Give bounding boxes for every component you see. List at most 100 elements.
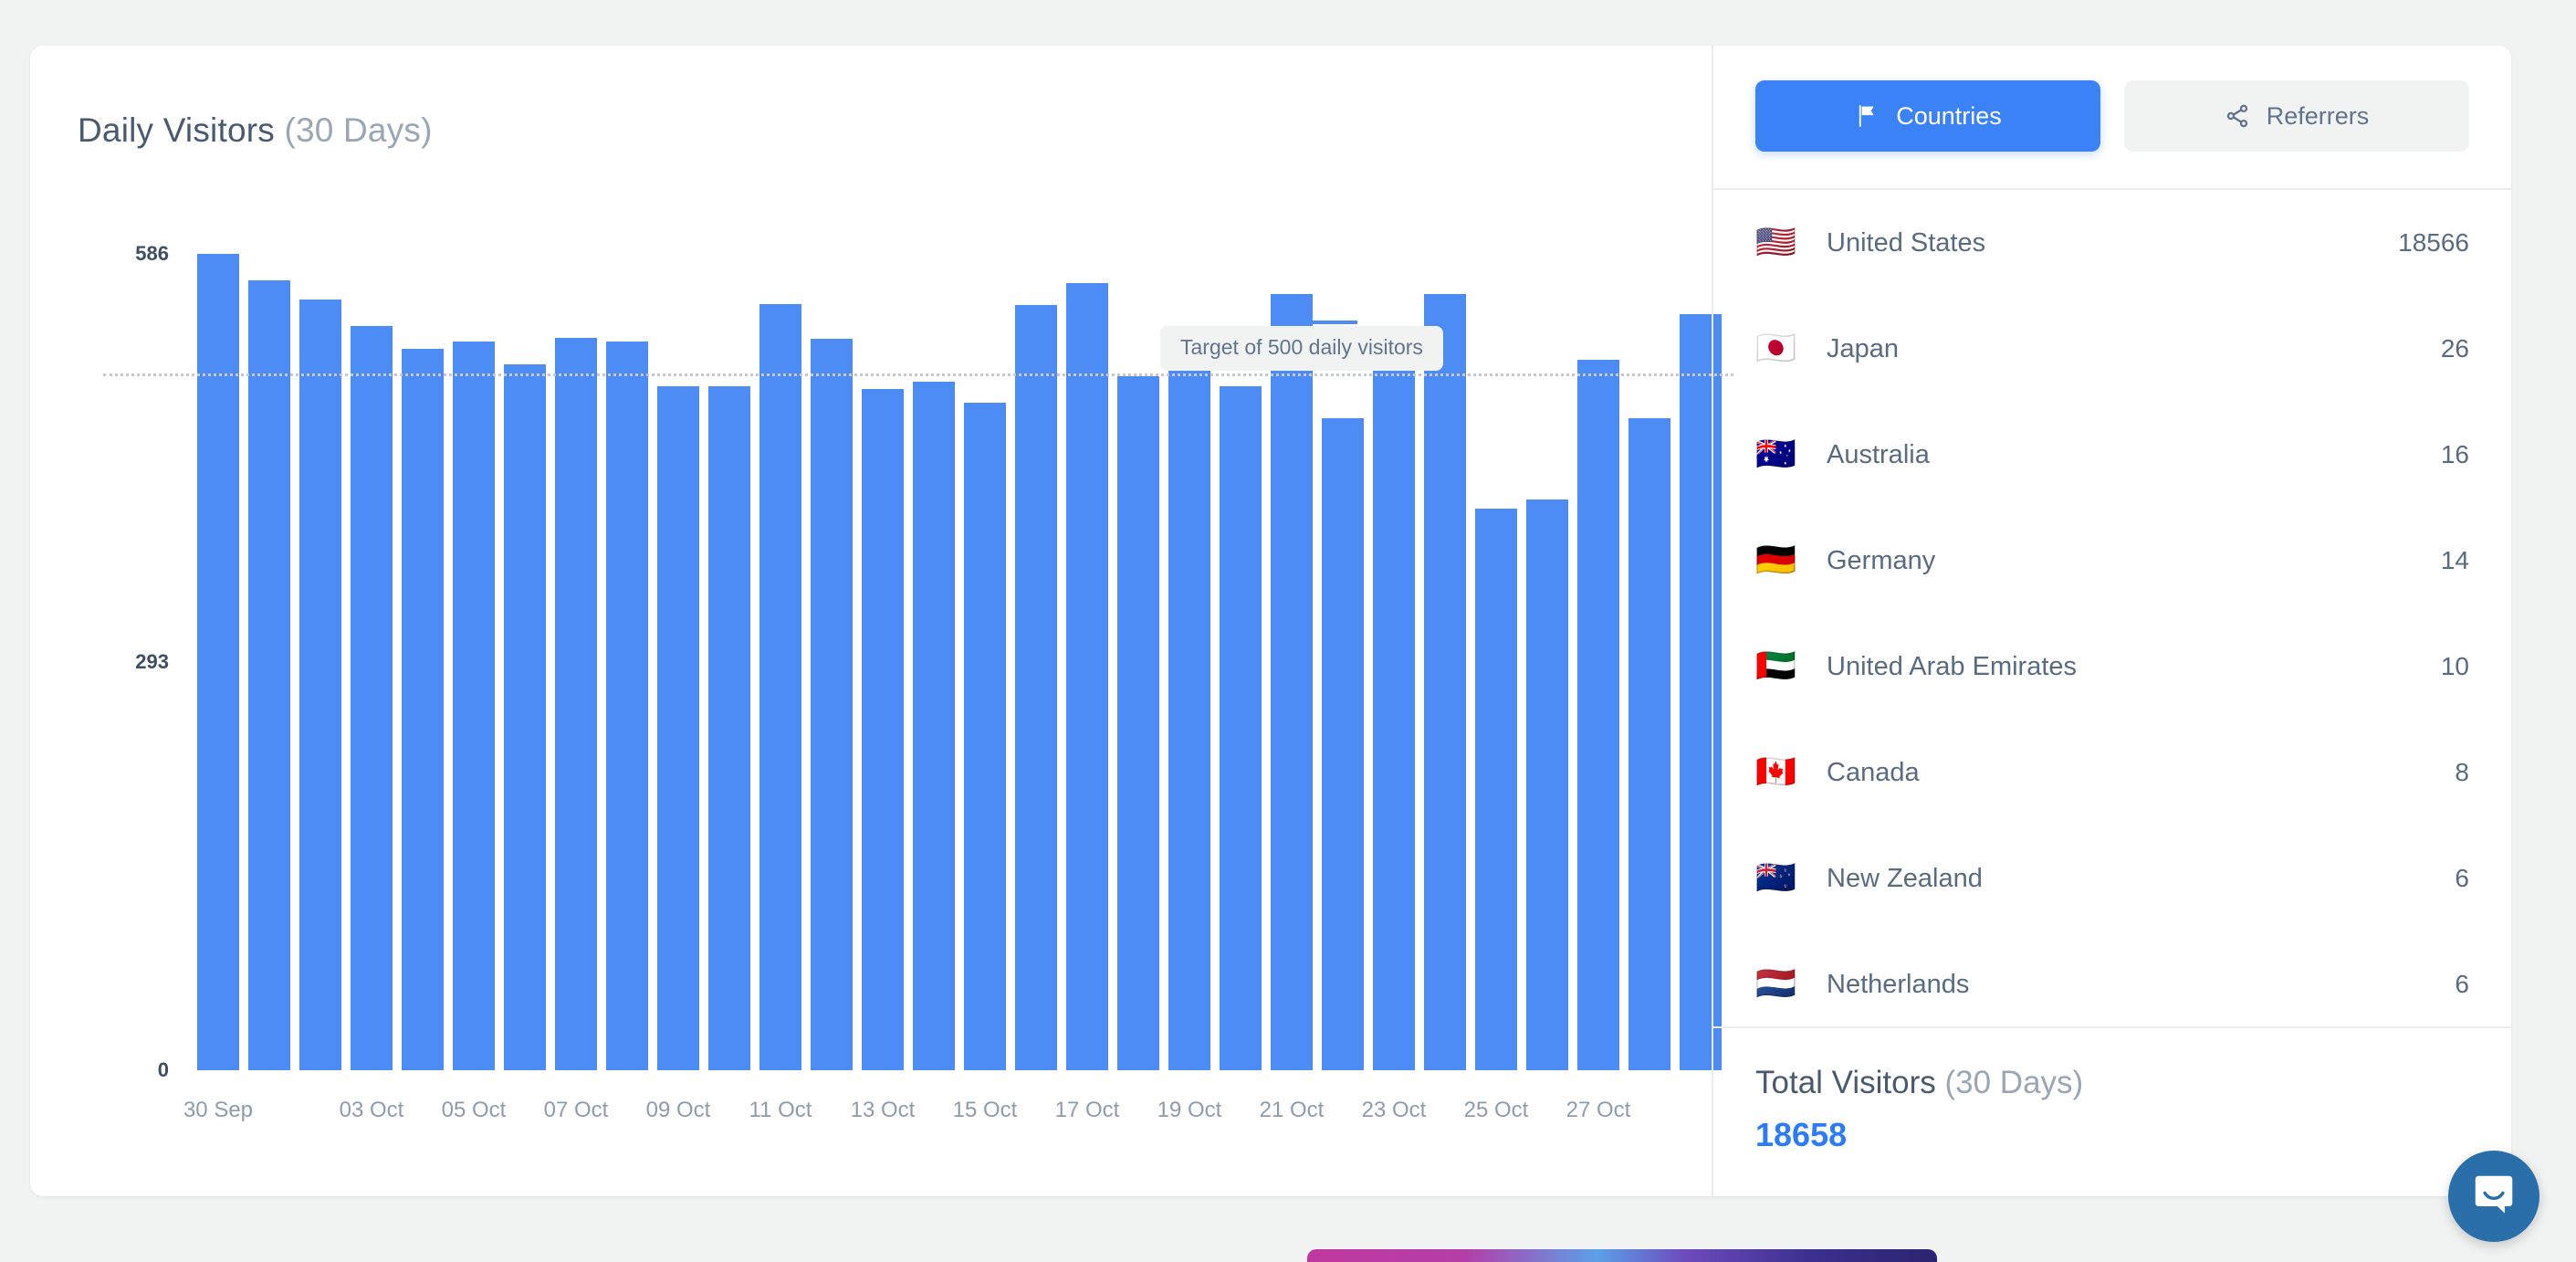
- total-visitors-period: (30 Days): [1944, 1064, 2084, 1100]
- x-axis-tick-label: 23 Oct: [1361, 1098, 1427, 1122]
- y-axis-tick-label: 586: [135, 242, 169, 265]
- country-list[interactable]: 🇺🇸 United States 18566 🇯🇵 Japan 26 🇦🇺 Australia…: [1713, 190, 2511, 1026]
- country-row[interactable]: 🇯🇵 Japan 26: [1755, 296, 2469, 402]
- intercom-chat-icon: [2469, 1170, 2518, 1224]
- x-axis-tick-label: 25 Oct: [1463, 1098, 1529, 1122]
- country-visitor-count: 14: [2440, 546, 2469, 574]
- country-row[interactable]: 🇦🇪 United Arab Emirates 10: [1755, 614, 2469, 720]
- country-visitor-count: 10: [2440, 652, 2469, 680]
- tab-countries[interactable]: Countries: [1755, 80, 2100, 152]
- tab-referrers-label: Referrers: [2266, 101, 2370, 130]
- country-visitor-count: 6: [2455, 864, 2469, 892]
- chart-bar[interactable]: [1168, 348, 1210, 1070]
- chart-bar[interactable]: [402, 348, 444, 1070]
- country-row[interactable]: 🇩🇪 Germany 14: [1755, 508, 2469, 614]
- x-axis-tick-label: 19 Oct: [1157, 1098, 1222, 1122]
- chart-bar[interactable]: [453, 342, 495, 1070]
- analytics-card: Daily Visitors (30 Days) 586 293 0 Target …: [30, 46, 2511, 1196]
- x-axis-tick-label: 09 Oct: [645, 1098, 711, 1122]
- country-row[interactable]: 🇳🇿 New Zealand 6: [1755, 826, 2469, 931]
- x-axis-tick-label: 27 Oct: [1565, 1098, 1631, 1122]
- target-annotation: Target of 500 daily visitors: [1160, 326, 1443, 372]
- country-flag-icon: 🇦🇪: [1755, 647, 1796, 685]
- country-row[interactable]: 🇺🇸 United States 18566: [1755, 190, 2469, 296]
- country-visitor-count: 8: [2455, 758, 2469, 786]
- chart-bar[interactable]: [1271, 294, 1313, 1070]
- chart-bar[interactable]: [964, 403, 1006, 1070]
- chart-bar[interactable]: [1424, 294, 1466, 1070]
- tab-referrers[interactable]: Referrers: [2124, 80, 2469, 152]
- country-row[interactable]: 🇳🇱 Netherlands 6: [1755, 931, 2469, 1026]
- country-flag-icon: 🇨🇦: [1755, 753, 1796, 791]
- x-axis-tick-label: 15 Oct: [952, 1098, 1018, 1122]
- share-icon: [2225, 103, 2250, 129]
- country-name: Japan: [1827, 333, 1900, 363]
- country-visitor-count: 26: [2440, 334, 2469, 363]
- chart-bar[interactable]: [1373, 363, 1415, 1070]
- flag-icon: [1854, 103, 1880, 129]
- chart-bar[interactable]: [1526, 499, 1568, 1070]
- chart-bar[interactable]: [1117, 376, 1159, 1070]
- total-visitors-title-main: Total Visitors: [1755, 1064, 1936, 1100]
- x-axis-tick-label: 07 Oct: [543, 1098, 609, 1122]
- bottom-gradient-banner: [1307, 1249, 1937, 1262]
- chart-bar[interactable]: [1628, 418, 1670, 1070]
- country-flag-icon: 🇺🇸: [1755, 224, 1796, 261]
- x-axis-tick-label: 30 Sep: [183, 1098, 254, 1122]
- x-axis-tick-label: 03 Oct: [339, 1098, 404, 1122]
- country-visitor-count: 6: [2455, 970, 2469, 998]
- y-axis-tick-label: 0: [157, 1058, 169, 1081]
- chart-title-period: (30 Days): [284, 111, 433, 149]
- country-name: Germany: [1827, 545, 1936, 575]
- chart-bar[interactable]: [1015, 305, 1057, 1070]
- country-flag-icon: 🇯🇵: [1755, 330, 1796, 367]
- chart-bar[interactable]: [606, 342, 648, 1070]
- country-name: New Zealand: [1827, 863, 1983, 893]
- chart-bar[interactable]: [1322, 418, 1364, 1070]
- chart-bar[interactable]: [913, 382, 955, 1070]
- dashboard-page: Daily Visitors (30 Days) 586 293 0 Target …: [0, 0, 2576, 1262]
- chart-bar[interactable]: [657, 385, 699, 1070]
- chart-bar[interactable]: [248, 280, 290, 1070]
- country-name: Canada: [1827, 757, 1920, 787]
- y-axis-tick-label: 293: [135, 650, 169, 673]
- target-tick-marker: [1295, 321, 1357, 325]
- chart-bar[interactable]: [555, 337, 597, 1070]
- total-visitors-value: 18658: [1755, 1115, 1848, 1153]
- x-axis-tick-label: 05 Oct: [441, 1098, 507, 1122]
- bar-chart-plot: Target of 500 daily visitors: [103, 254, 1733, 1070]
- chart-bar[interactable]: [811, 339, 853, 1070]
- chart-bar[interactable]: [351, 326, 393, 1070]
- country-visitor-count: 16: [2440, 440, 2469, 468]
- chart-bar[interactable]: [504, 363, 546, 1070]
- country-name: Netherlands: [1827, 969, 1970, 999]
- x-axis-tick-label: 13 Oct: [850, 1098, 916, 1122]
- country-visitor-count: 18566: [2398, 228, 2469, 257]
- chart-bar[interactable]: [1220, 385, 1262, 1070]
- panel-tabs: Countries Referrers: [1713, 46, 2511, 190]
- x-axis-tick-label: 17 Oct: [1054, 1098, 1120, 1122]
- x-axis: 30 Sep 03 Oct 05 Oct 07 Oct 09 Oct 11 Oct 13 O…: [183, 1098, 1726, 1134]
- total-visitors-title: Total Visitors (30 Days): [1755, 1065, 2469, 1101]
- side-panel: Countries Referrers 🇺🇸 United States 185…: [1712, 46, 2511, 1196]
- x-axis-tick-label: 11 Oct: [749, 1098, 812, 1122]
- country-flag-icon: 🇦🇺: [1755, 436, 1796, 473]
- chart-panel: Daily Visitors (30 Days) 586 293 0 Target …: [30, 46, 1733, 1196]
- country-name: Australia: [1827, 439, 1930, 469]
- country-name: United Arab Emirates: [1827, 651, 2078, 681]
- target-line: [103, 373, 1733, 377]
- country-flag-icon: 🇳🇿: [1755, 859, 1796, 897]
- chart-bar[interactable]: [1475, 509, 1517, 1070]
- chart-bar[interactable]: [299, 300, 341, 1070]
- chart-bar[interactable]: [759, 303, 801, 1070]
- chart-bar[interactable]: [1577, 359, 1619, 1070]
- chart-bar[interactable]: [862, 388, 904, 1070]
- chart-bar[interactable]: [708, 385, 750, 1070]
- y-axis: 586 293 0: [30, 46, 193, 1196]
- intercom-launcher-button[interactable]: [2448, 1151, 2539, 1242]
- country-row[interactable]: 🇦🇺 Australia 16: [1755, 402, 2469, 508]
- country-flag-icon: 🇩🇪: [1755, 542, 1796, 579]
- country-row[interactable]: 🇨🇦 Canada 8: [1755, 720, 2469, 826]
- chart-bar[interactable]: [1066, 283, 1108, 1070]
- country-name: United States: [1827, 227, 1986, 258]
